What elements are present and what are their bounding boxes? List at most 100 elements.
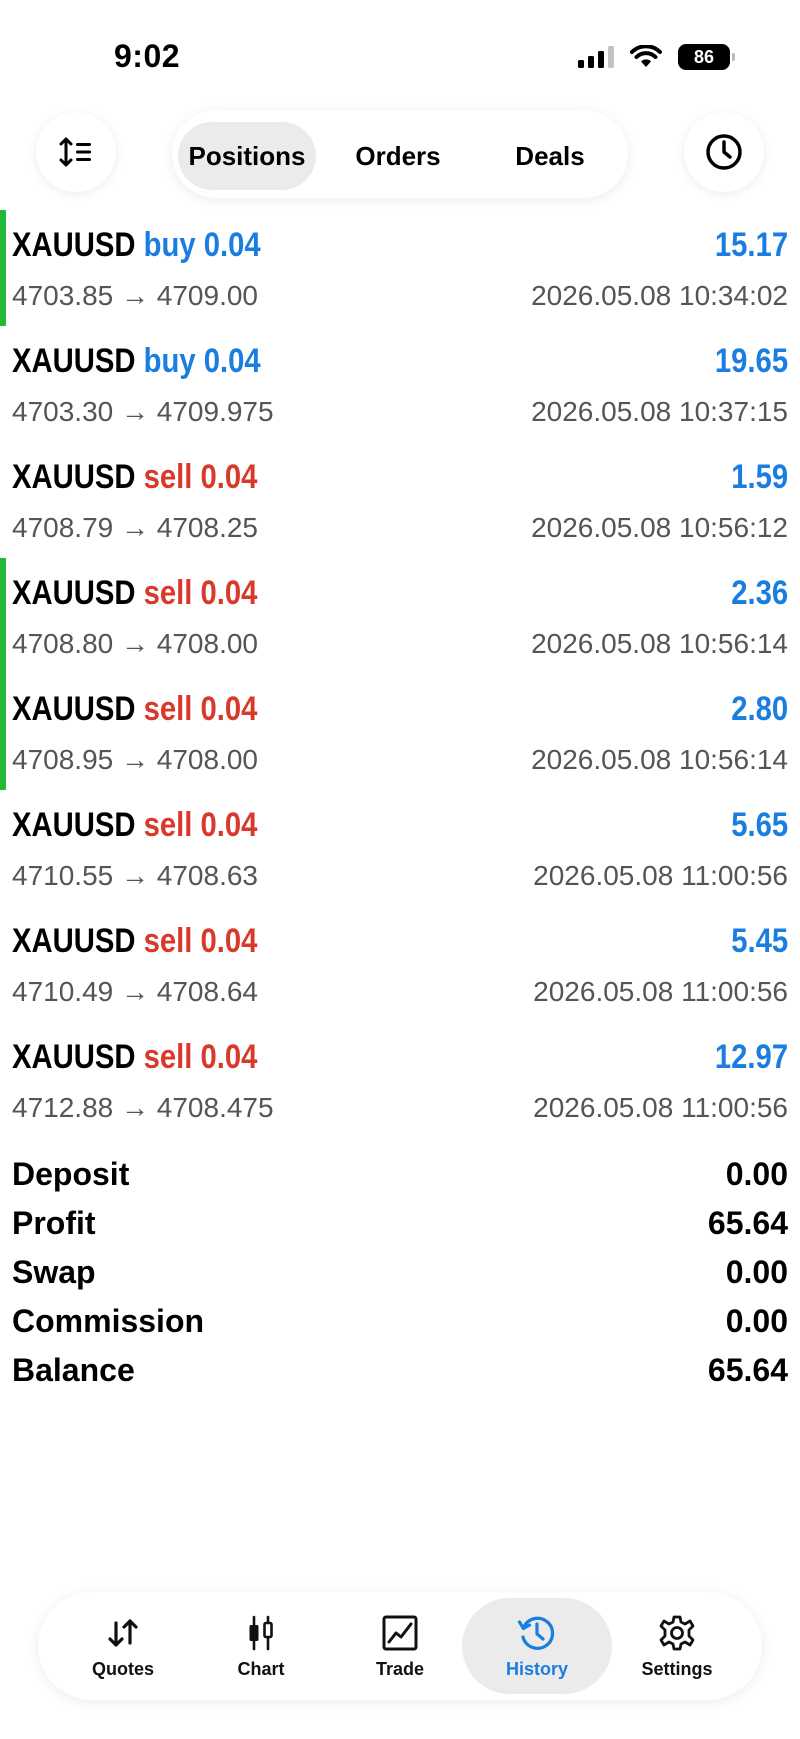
trade-row[interactable]: XAUUSD sell 0.04 5.65 4710.55 → 4708.63 202… [0, 790, 800, 906]
trade-profit: 15.17 [714, 226, 788, 264]
tab-orders[interactable]: Orders [326, 122, 470, 190]
arrow-icon: → [121, 628, 149, 659]
status-time: 9:02 [114, 38, 181, 74]
summary-profit: Profit 65.64 [0, 1201, 800, 1250]
nav-chart[interactable]: Chart [186, 1598, 336, 1694]
trade-side: sell [143, 806, 193, 844]
battery-level: 86 [693, 47, 715, 67]
trade-row[interactable]: XAUUSD sell 0.04 1.59 4708.79 → 4708.25 202… [0, 442, 800, 558]
trade-profit: 19.65 [714, 342, 788, 380]
trade-prices: 4703.85 → 4709.00 [12, 280, 258, 312]
sort-button[interactable] [36, 112, 116, 192]
summary-value: 65.64 [707, 1205, 788, 1241]
trade-profit: 2.36 [731, 574, 788, 612]
quotes-arrows-icon [108, 1618, 138, 1647]
trade-volume: 0.04 [200, 1038, 258, 1076]
trade-chart-icon [382, 1615, 418, 1650]
trade-highlight-marker [0, 674, 6, 790]
arrow-icon: → [121, 1092, 149, 1123]
trade-close-price: 4708.00 [156, 628, 258, 659]
sort-icon [59, 137, 91, 167]
trade-prices: 4708.80 → 4708.00 [12, 628, 258, 660]
trade-profit: 5.45 [731, 922, 788, 960]
trade-symbol: XAUUSD [12, 458, 136, 496]
period-button[interactable] [684, 112, 764, 192]
battery-icon: 86 [678, 44, 735, 70]
trade-time: 2026.05.08 10:37:15 [531, 396, 788, 427]
trade-prices: 4703.30 → 4709.975 [12, 396, 274, 428]
arrow-icon: → [121, 976, 149, 1007]
arrow-icon: → [121, 860, 149, 891]
trade-row[interactable]: XAUUSD buy 0.04 15.17 4703.85 → 4709.00 202… [0, 210, 800, 326]
trade-row[interactable]: XAUUSD sell 0.04 5.45 4710.49 → 4708.64 202… [0, 906, 800, 1022]
arrow-icon: → [121, 512, 149, 543]
cellular-signal-icon [578, 46, 614, 68]
trade-time: 2026.05.08 10:56:14 [531, 628, 788, 659]
trade-profit: 5.65 [731, 806, 788, 844]
trade-prices: 4708.95 → 4708.00 [12, 744, 258, 776]
trade-close-price: 4708.475 [156, 1092, 274, 1123]
summary-label: Balance [12, 1352, 135, 1388]
trade-volume: 0.04 [200, 458, 258, 496]
nav-trade[interactable]: Trade [325, 1598, 475, 1694]
trade-row[interactable]: XAUUSD sell 0.04 12.97 4712.88 → 4708.475 2… [0, 1022, 800, 1138]
nav-settings[interactable]: Settings [602, 1598, 752, 1694]
summary-label: Commission [12, 1303, 205, 1339]
trade-open-price: 4708.95 [12, 744, 114, 775]
summary-label: Swap [12, 1254, 96, 1290]
nav-history[interactable]: History [462, 1598, 612, 1694]
trade-time: 2026.05.08 11:00:56 [533, 1092, 788, 1123]
history-icon [517, 1616, 555, 1650]
trade-title: XAUUSD sell 0.04 [12, 1038, 257, 1077]
trade-close-price: 4708.00 [156, 744, 258, 775]
top-bar: Positions Orders Deals [0, 104, 800, 200]
tab-deals[interactable]: Deals [478, 122, 622, 190]
trade-symbol: XAUUSD [12, 922, 136, 960]
trade-prices: 4708.79 → 4708.25 [12, 512, 258, 544]
arrow-icon: → [121, 280, 149, 311]
history-tabs: Positions Orders Deals [172, 110, 628, 198]
trade-row[interactable]: XAUUSD buy 0.04 19.65 4703.30 → 4709.975 20… [0, 326, 800, 442]
clock-icon [706, 134, 742, 170]
summary-value: 0.00 [725, 1156, 788, 1192]
summary-value: 0.00 [725, 1303, 788, 1339]
trade-prices: 4712.88 → 4708.475 [12, 1092, 274, 1124]
trade-title: XAUUSD sell 0.04 [12, 458, 257, 497]
trade-side: buy [143, 342, 196, 380]
trade-side: sell [143, 922, 193, 960]
tab-positions[interactable]: Positions [178, 122, 316, 190]
summary-label: Profit [12, 1205, 96, 1241]
nav-label: Chart [237, 1658, 285, 1679]
arrow-icon: → [121, 396, 149, 427]
trade-open-price: 4703.85 [12, 280, 114, 311]
trade-title: XAUUSD buy 0.04 [12, 342, 261, 381]
summary-value: 65.64 [707, 1352, 788, 1388]
status-icons: 86 [578, 44, 735, 70]
trade-row[interactable]: XAUUSD sell 0.04 2.36 4708.80 → 4708.00 202… [0, 558, 800, 674]
trade-time: 2026.05.08 10:56:14 [531, 744, 788, 775]
status-bar: 9:02 86 [0, 0, 800, 110]
trade-prices: 4710.49 → 4708.64 [12, 976, 258, 1008]
trade-symbol: XAUUSD [12, 690, 136, 728]
trade-profit: 2.80 [731, 690, 788, 728]
trade-symbol: XAUUSD [12, 574, 136, 612]
trade-row[interactable]: XAUUSD sell 0.04 2.80 4708.95 → 4708.00 202… [0, 674, 800, 790]
trade-time: 2026.05.08 10:56:12 [531, 512, 788, 543]
trade-title: XAUUSD sell 0.04 [12, 690, 257, 729]
trade-highlight-marker [0, 558, 6, 674]
trade-title: XAUUSD sell 0.04 [12, 922, 257, 961]
summary-deposit: Deposit 0.00 [0, 1152, 800, 1201]
trade-volume: 0.04 [200, 922, 258, 960]
candlestick-icon [249, 1615, 273, 1650]
trade-title: XAUUSD sell 0.04 [12, 806, 257, 845]
trade-close-price: 4708.25 [156, 512, 258, 543]
trade-open-price: 4712.88 [12, 1092, 114, 1123]
nav-quotes[interactable]: Quotes [48, 1598, 198, 1694]
summary-balance: Balance 65.64 [0, 1348, 800, 1397]
trade-symbol: XAUUSD [12, 342, 136, 380]
trade-open-price: 4708.80 [12, 628, 114, 659]
trade-profit: 12.97 [714, 1038, 788, 1076]
summary-swap: Swap 0.00 [0, 1250, 800, 1299]
summary-label: Deposit [12, 1156, 130, 1192]
trade-symbol: XAUUSD [12, 1038, 136, 1076]
